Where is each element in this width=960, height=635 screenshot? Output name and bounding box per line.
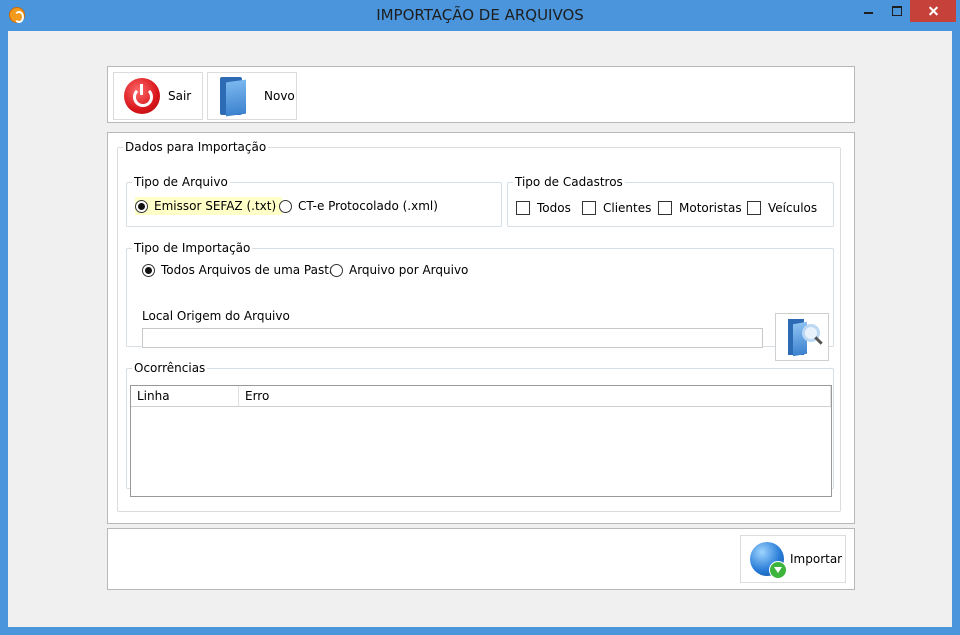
radio-selected-indicator bbox=[142, 263, 155, 277]
grid-header: Linha Erro bbox=[131, 386, 831, 407]
group-tipo-cadastros: Tipo de Cadastros Todos Clientes Motoris… bbox=[507, 175, 834, 227]
tipo-cadastros-legend: Tipo de Cadastros bbox=[515, 175, 623, 189]
main-panel: Dados para Importação Tipo de Arquivo Em… bbox=[107, 132, 855, 524]
radio-selected-indicator bbox=[135, 199, 148, 213]
footer-panel: Importar bbox=[107, 528, 855, 590]
radio-cte-protocolado[interactable]: CT-e Protocolado (.xml) bbox=[279, 197, 438, 215]
client-area: Sair Novo Dados para Importação Tipo de … bbox=[8, 31, 952, 627]
new-button[interactable]: Novo bbox=[207, 72, 297, 120]
toolbar-panel: Sair Novo bbox=[107, 66, 855, 123]
maximize-button[interactable] bbox=[884, 0, 910, 22]
checkbox-clientes[interactable]: Clientes bbox=[582, 199, 651, 217]
group-tipo-arquivo: Tipo de Arquivo Emissor SEFAZ (.txt) CT-… bbox=[126, 175, 502, 227]
checkbox-veiculos[interactable]: Veículos bbox=[747, 199, 817, 217]
browse-folder-button[interactable] bbox=[775, 313, 829, 361]
import-button-label: Importar bbox=[790, 552, 843, 566]
main-window: IMPORTAÇÃO DE ARQUIVOS Sair Novo Dados p… bbox=[0, 0, 960, 635]
ocorrencias-grid[interactable]: Linha Erro bbox=[130, 385, 832, 497]
group-ocorrencias: Ocorrências Linha Erro bbox=[126, 361, 834, 497]
radio-emissor-sefaz[interactable]: Emissor SEFAZ (.txt) bbox=[135, 197, 283, 215]
checkbox-motoristas[interactable]: Motoristas bbox=[658, 199, 742, 217]
import-button[interactable]: Importar bbox=[740, 535, 846, 583]
radio-todos-arquivos-label: Todos Arquivos de uma Pasta bbox=[161, 263, 337, 277]
radio-arquivo-por-arquivo[interactable]: Arquivo por Arquivo bbox=[330, 261, 468, 279]
column-header-linha[interactable]: Linha bbox=[131, 386, 239, 406]
checkbox-motoristas-label: Motoristas bbox=[679, 201, 742, 215]
group-dados-legend: Dados para Importação bbox=[125, 140, 267, 154]
group-tipo-importacao: Tipo de Importação Todos Arquivos de uma… bbox=[126, 241, 834, 361]
ocorrencias-legend: Ocorrências bbox=[134, 361, 206, 375]
checkbox-box bbox=[516, 201, 530, 215]
exit-button[interactable]: Sair bbox=[113, 72, 203, 120]
window-title: IMPORTAÇÃO DE ARQUIVOS bbox=[376, 6, 584, 24]
column-header-erro[interactable]: Erro bbox=[239, 386, 831, 406]
radio-indicator bbox=[279, 199, 292, 213]
checkbox-clientes-label: Clientes bbox=[603, 201, 652, 215]
radio-cte-protocolado-label: CT-e Protocolado (.xml) bbox=[298, 199, 438, 213]
radio-arquivo-por-arquivo-label: Arquivo por Arquivo bbox=[349, 263, 469, 277]
power-icon bbox=[124, 78, 160, 114]
tipo-arquivo-legend: Tipo de Arquivo bbox=[134, 175, 228, 189]
checkbox-veiculos-label: Veículos bbox=[768, 201, 818, 215]
checkbox-box bbox=[747, 201, 761, 215]
local-origem-label: Local Origem do Arquivo bbox=[142, 309, 290, 323]
local-origem-input[interactable] bbox=[142, 328, 763, 348]
new-button-label: Novo bbox=[264, 89, 295, 103]
checkbox-box bbox=[658, 201, 672, 215]
exit-button-label: Sair bbox=[168, 89, 192, 103]
radio-indicator bbox=[330, 263, 343, 277]
checkbox-box bbox=[582, 201, 596, 215]
title-bar[interactable]: IMPORTAÇÃO DE ARQUIVOS bbox=[0, 0, 960, 31]
grid-body[interactable] bbox=[131, 407, 831, 496]
close-button[interactable] bbox=[910, 0, 956, 22]
folder-icon bbox=[220, 77, 250, 117]
group-dados-importacao: Dados para Importação Tipo de Arquivo Em… bbox=[117, 140, 841, 512]
tipo-importacao-legend: Tipo de Importação bbox=[134, 241, 251, 255]
checkbox-todos-label: Todos bbox=[537, 201, 571, 215]
globe-download-icon bbox=[750, 542, 787, 579]
checkbox-todos[interactable]: Todos bbox=[516, 199, 571, 217]
radio-emissor-sefaz-label: Emissor SEFAZ (.txt) bbox=[154, 199, 277, 213]
minimize-button[interactable] bbox=[855, 0, 883, 22]
radio-todos-arquivos-pasta[interactable]: Todos Arquivos de uma Pasta bbox=[142, 261, 336, 279]
